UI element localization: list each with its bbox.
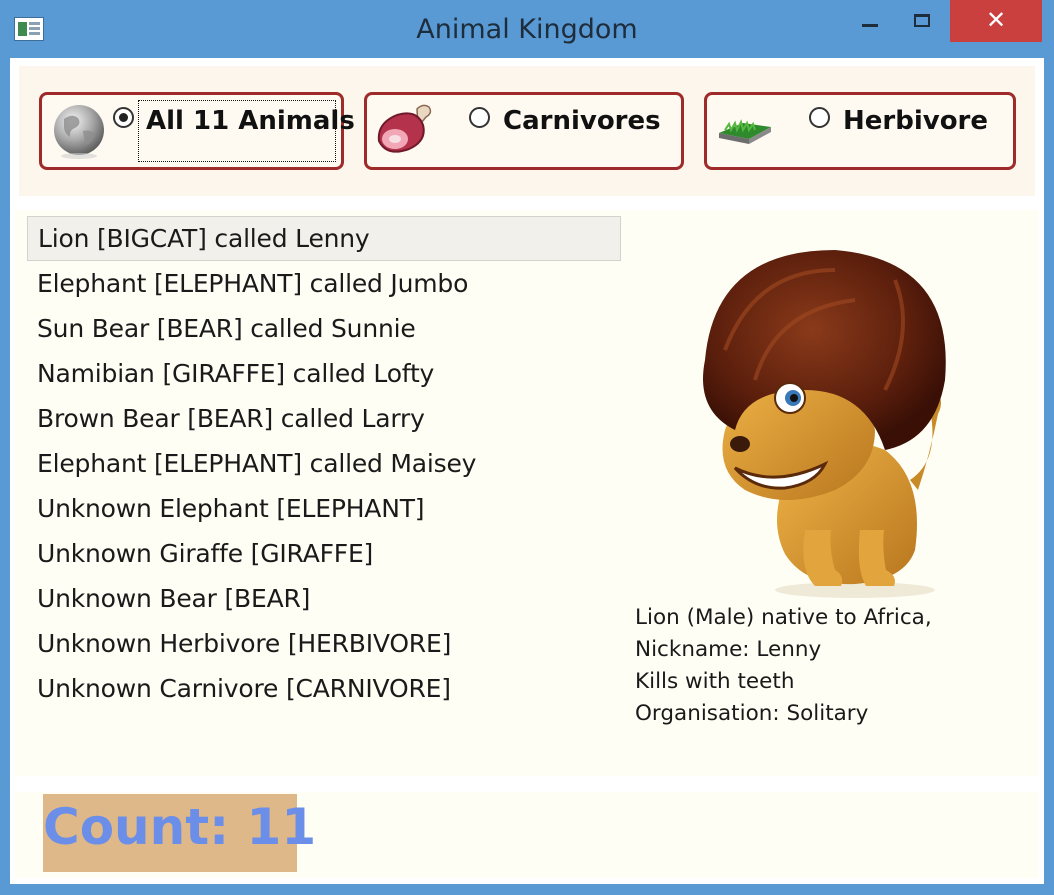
filter-label-carnivores: Carnivores	[503, 106, 661, 136]
list-item[interactable]: Elephant [ELEPHANT] called Maisey	[27, 441, 621, 486]
lion-image	[703, 250, 946, 598]
filter-label-herbivore: Herbivore	[843, 106, 989, 136]
count-badge: Count: 11	[43, 794, 317, 872]
list-item[interactable]: Unknown Bear [BEAR]	[27, 576, 621, 621]
filter-all-animals[interactable]: All 11 Animals	[39, 92, 355, 170]
maximize-button[interactable]	[898, 0, 944, 42]
animal-list[interactable]: Lion [BIGCAT] called Lenny Elephant [ELE…	[27, 216, 621, 711]
radio-herbivore[interactable]	[809, 107, 830, 128]
app-window: Animal Kingdom ✕ All 11 Animals Carnivor…	[0, 0, 1054, 895]
meat-icon	[377, 104, 432, 153]
list-item[interactable]: Unknown Herbivore [HERBIVORE]	[27, 621, 621, 666]
minimize-icon	[862, 24, 878, 27]
close-button[interactable]: ✕	[950, 0, 1042, 42]
globe-icon	[54, 105, 104, 159]
detail-line: Lion (Male) native to Africa,	[635, 605, 932, 630]
list-item[interactable]: Unknown Giraffe [GIRAFFE]	[27, 531, 621, 576]
count-label: Count: 11	[43, 798, 317, 856]
list-item[interactable]: Unknown Elephant [ELEPHANT]	[27, 486, 621, 531]
list-item[interactable]: Namibian [GIRAFFE] called Lofty	[27, 351, 621, 396]
title-bar[interactable]: Animal Kingdom ✕	[0, 0, 1054, 58]
minimize-button[interactable]	[848, 0, 894, 42]
filter-herbivore[interactable]: Herbivore	[704, 92, 1016, 170]
maximize-icon	[914, 14, 930, 27]
list-item[interactable]: Brown Bear [BEAR] called Larry	[27, 396, 621, 441]
filter-carnivores[interactable]: Carnivores	[364, 92, 684, 170]
content-panel: Lion [BIGCAT] called Lenny Elephant [ELE…	[15, 210, 1039, 776]
detail-line: Kills with teeth	[635, 669, 795, 694]
client-area: All 11 Animals Carnivores Herbivore Lion…	[10, 58, 1044, 884]
list-item[interactable]: Unknown Carnivore [CARNIVORE]	[27, 666, 621, 711]
filter-bar: All 11 Animals Carnivores Herbivore	[19, 66, 1035, 196]
window-title: Animal Kingdom	[416, 14, 638, 45]
detail-line: Organisation: Solitary	[635, 701, 869, 726]
list-item[interactable]: Lion [BIGCAT] called Lenny	[27, 216, 621, 261]
radio-all-animals[interactable]	[113, 107, 134, 128]
radio-selected-dot	[119, 113, 128, 122]
filter-label-all: All 11 Animals	[146, 106, 355, 136]
animal-details: Lion (Male) native to Africa, Nickname: …	[635, 602, 1035, 730]
grass-icon	[719, 119, 771, 144]
list-item[interactable]: Sun Bear [BEAR] called Sunnie	[27, 306, 621, 351]
close-icon: ✕	[985, 6, 1007, 34]
list-item[interactable]: Elephant [ELEPHANT] called Jumbo	[27, 261, 621, 306]
detail-line: Nickname: Lenny	[635, 637, 822, 662]
status-footer: Count: 11	[15, 792, 1039, 878]
radio-carnivores[interactable]	[469, 107, 490, 128]
